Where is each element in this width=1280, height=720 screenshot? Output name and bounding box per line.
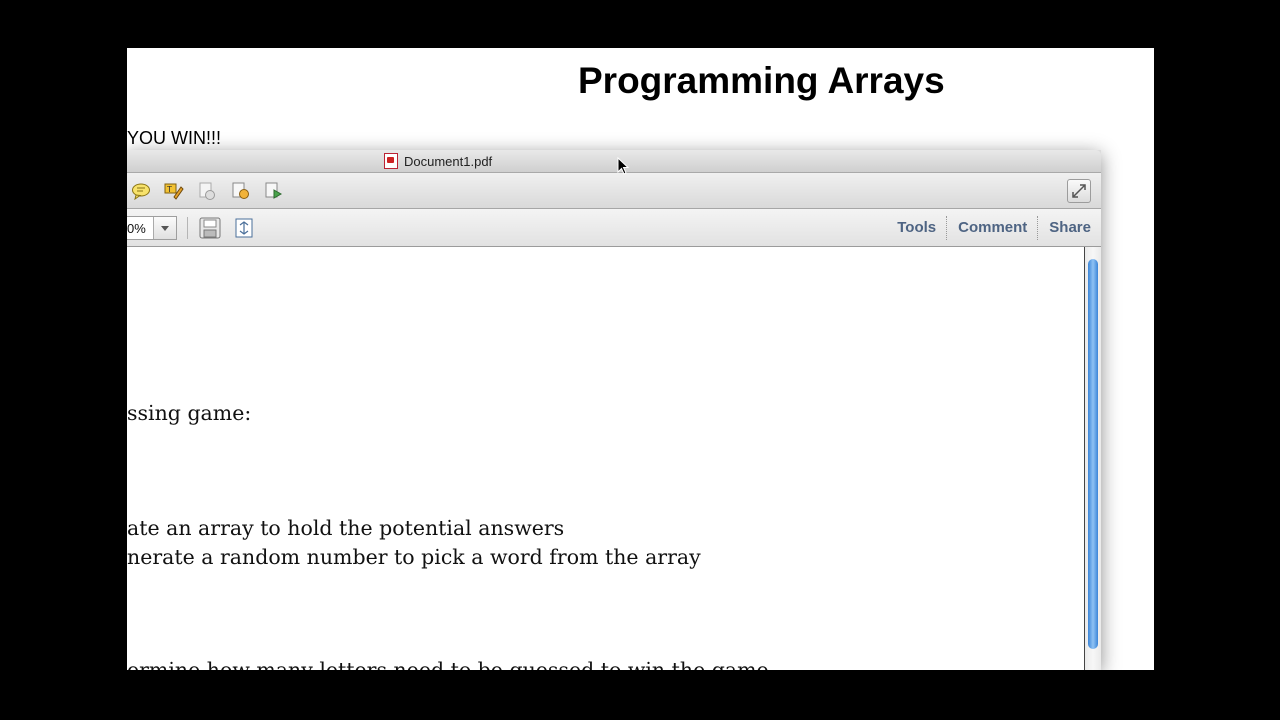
text-highlight-icon[interactable]: T xyxy=(164,181,184,201)
attach-file-icon[interactable] xyxy=(197,181,217,201)
record-audio-icon[interactable] xyxy=(230,181,250,201)
tools-link[interactable]: Tools xyxy=(887,219,946,236)
zoom-select[interactable]: 0% xyxy=(127,216,177,240)
navigation-toolbar: 0% Tools Comment Share xyxy=(127,209,1101,247)
fit-page-icon[interactable] xyxy=(233,217,255,239)
annotation-toolbar: T xyxy=(127,173,1101,209)
save-icon[interactable] xyxy=(199,217,221,239)
pdf-viewer-window: Document1.pdf T 0% Tools Comment Share s… xyxy=(127,150,1101,670)
svg-text:T: T xyxy=(166,185,172,194)
export-document-icon[interactable] xyxy=(263,181,283,201)
presentation-slide: Programming Arrays YOU WIN!!! Document1.… xyxy=(127,48,1154,670)
sticky-note-icon[interactable] xyxy=(131,181,151,201)
toolbar-divider xyxy=(187,217,188,239)
zoom-value: 0% xyxy=(127,220,146,236)
share-link[interactable]: Share xyxy=(1039,219,1101,236)
expand-icon xyxy=(1072,184,1086,198)
vertical-scrollbar[interactable] xyxy=(1085,247,1101,670)
scrollbar-thumb[interactable] xyxy=(1088,259,1098,649)
slide-title: Programming Arrays xyxy=(578,60,945,101)
comment-link[interactable]: Comment xyxy=(948,219,1037,236)
window-title: Document1.pdf xyxy=(404,153,493,169)
document-line: ermine how many letters need to be guess… xyxy=(127,658,769,670)
mouse-cursor-icon xyxy=(617,157,630,175)
chevron-down-icon xyxy=(161,225,169,231)
document-line: ate an array to hold the potential answe… xyxy=(127,516,565,540)
zoom-dropdown-button[interactable] xyxy=(153,217,176,239)
fullscreen-button[interactable] xyxy=(1067,179,1091,203)
slide-text-line: YOU WIN!!! xyxy=(127,128,221,148)
pdf-file-icon xyxy=(384,153,398,169)
window-titlebar[interactable]: Document1.pdf xyxy=(127,150,1101,173)
document-line: ssing game: xyxy=(127,401,252,425)
document-page[interactable]: ssing game: ate an array to hold the pot… xyxy=(127,247,1085,670)
document-line: nerate a random number to pick a word fr… xyxy=(127,545,701,569)
